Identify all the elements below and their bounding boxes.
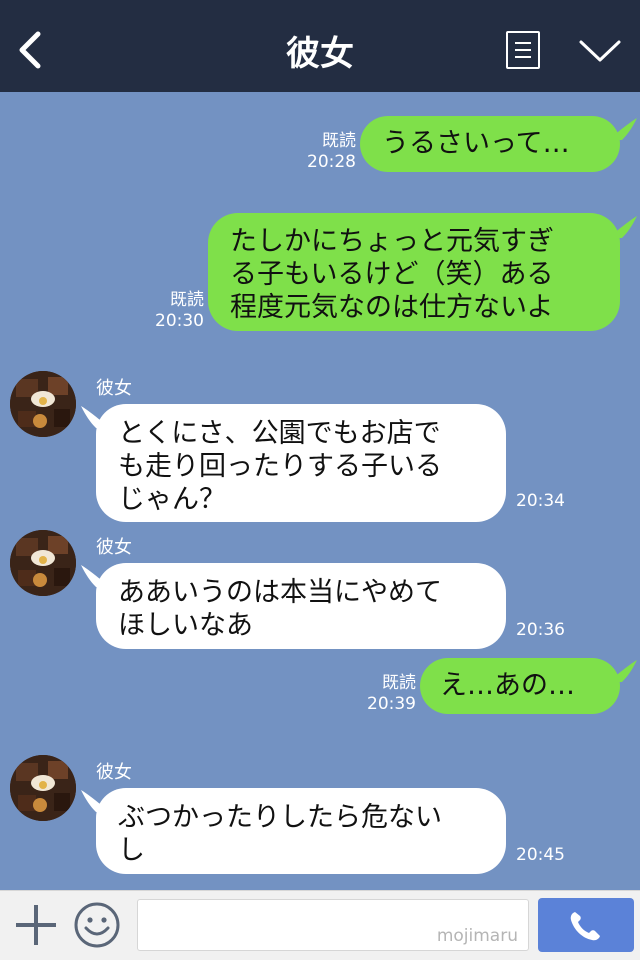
bubble-tail <box>608 216 637 238</box>
call-button[interactable] <box>538 898 634 952</box>
message-text: ああいうのは本当にやめて <box>118 577 442 608</box>
message-text: たしかにちょっと元気すぎ <box>230 226 554 257</box>
message-text: うるさいって… <box>382 128 570 159</box>
message-text: とくにさ、公園でもお店で <box>118 418 441 449</box>
message-bubble-received[interactable]: とくにさ、公園でもお店で も走り回ったりする子いる じゃん？ <box>96 404 506 522</box>
watermark: mojimaru <box>436 926 518 946</box>
chevron-down-icon[interactable] <box>578 38 622 64</box>
phone-icon <box>570 912 600 941</box>
message-bubble-sent[interactable]: たしかにちょっと元気すぎ る子もいるけど（笑）ある 程度元気なのは仕方ないよ <box>208 213 620 331</box>
read-status: 既読 20:28 <box>307 131 356 172</box>
avatar[interactable] <box>10 530 76 596</box>
message-text: し <box>118 835 145 866</box>
sender-name: 彼女 <box>96 762 132 783</box>
message-bubble-sent[interactable]: え…あの… <box>420 658 620 714</box>
input-bar: mojimaru <box>0 890 640 960</box>
sender-name: 彼女 <box>96 378 132 399</box>
message-list[interactable]: 既読 20:28 うるさいって… 既読 20:30 たしかにちょっと元気すぎ る子も… <box>0 92 640 890</box>
message-time: 20:34 <box>516 491 565 511</box>
read-status: 既読 20:39 <box>367 673 416 714</box>
message-bubble-sent[interactable]: うるさいって… <box>360 116 620 172</box>
message-input[interactable]: mojimaru <box>137 899 529 951</box>
menu-icon[interactable] <box>506 31 540 69</box>
chat-title: 彼女 <box>286 34 354 74</box>
chat-header: 彼女 <box>0 0 640 92</box>
message-text: る子もいるけど（笑）ある <box>230 259 554 290</box>
bubble-tail <box>608 118 637 140</box>
message-bubble-received[interactable]: ぶつかったりしたら危ない し <box>96 788 506 874</box>
message-text: も走り回ったりする子いる <box>118 451 442 482</box>
plus-icon[interactable] <box>14 903 58 947</box>
bubble-tail <box>608 660 637 682</box>
avatar[interactable] <box>10 371 76 437</box>
message-text: ほしいなあ <box>118 610 253 641</box>
avatar[interactable] <box>10 755 76 821</box>
message-text: ぶつかったりしたら危ない <box>118 802 442 833</box>
sender-name: 彼女 <box>96 537 132 558</box>
message-text: え…あの… <box>440 670 575 701</box>
message-text: じゃん？ <box>118 484 226 515</box>
message-bubble-received[interactable]: ああいうのは本当にやめて ほしいなあ <box>96 563 506 649</box>
message-time: 20:45 <box>516 845 565 865</box>
emoji-icon[interactable] <box>73 901 121 949</box>
message-text: 程度元気なのは仕方ないよ <box>230 292 554 323</box>
read-status: 既読 20:30 <box>155 290 204 331</box>
message-time: 20:36 <box>516 620 565 640</box>
